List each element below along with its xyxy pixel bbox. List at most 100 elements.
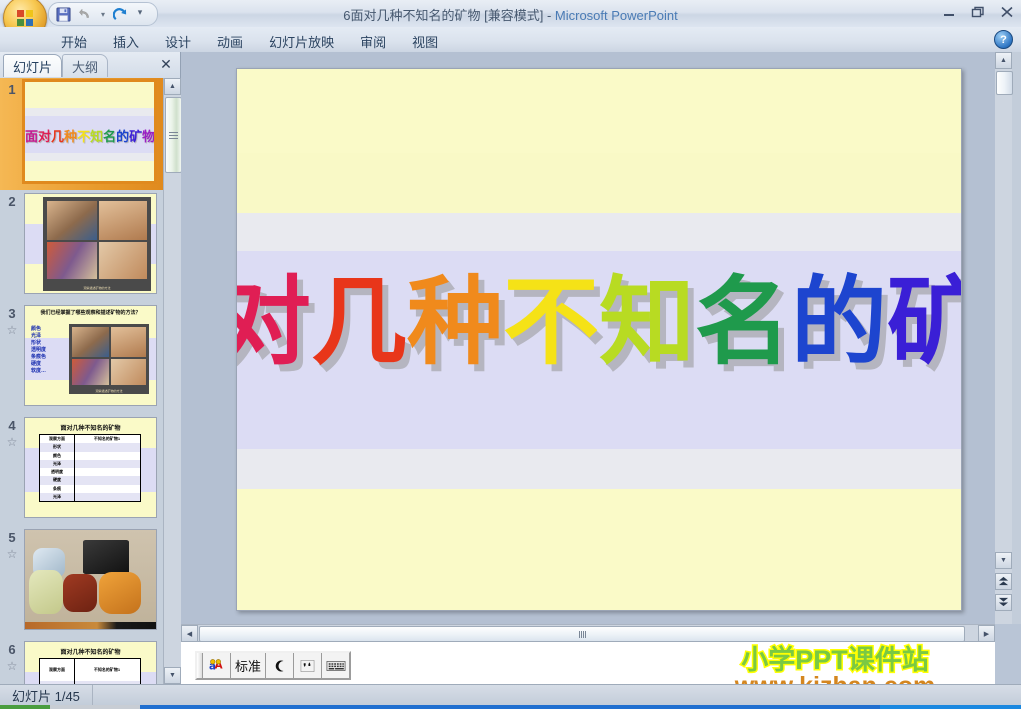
mini-slide-background: 面对几种不知名的矿物 观察方面不知名的矿物1形状不知名的矿物1颜色不知名的矿物1 [25,642,156,684]
mini-table-cell: 硬度 [53,477,61,483]
mini-band-gray2 [25,153,154,161]
desktop-taskbar-sliver [0,705,1021,709]
mini-title-char-2: 对 [38,129,52,144]
scroll-up-button[interactable]: ▲ [995,52,1012,69]
rock-photo [25,530,156,629]
title-char-4: 种 [407,266,503,378]
rock-specimen-2 [83,540,129,574]
vertical-scroll-track[interactable]: ▲ ▼ [995,52,1013,624]
help-icon[interactable]: ? [994,30,1013,49]
thumbnail-scrollbar-thumb[interactable] [165,97,182,173]
mini-heading: 面对几种不知名的矿物 [60,650,121,656]
tab-insert[interactable]: 插入 [100,30,152,53]
photo-1 [72,327,109,357]
rock-specimen-3 [29,570,63,614]
mini-table-cell: 颜色 [53,452,61,458]
restore-button[interactable] [968,4,988,20]
current-slide[interactable]: 面对几种不知名的矿物 [236,68,962,611]
mini-table-cell: 光泽 [53,460,61,466]
animation-star-icon: ☆ [6,547,18,561]
tab-slideshow[interactable]: 幻灯片放映 [256,30,347,53]
title-char-7: 名 [695,266,791,378]
photo-collage-frame: 观察描述矿物的方法 [43,197,151,291]
moon-icon[interactable] [266,653,295,678]
slide-horizontal-scrollbar[interactable]: ◀ ▶ [181,624,995,642]
tab-animations[interactable]: 动画 [204,30,256,53]
ime-mode-label[interactable]: 标准 [231,653,267,678]
vertical-scrollbar-thumb[interactable] [996,71,1013,95]
photo-4 [99,242,147,279]
scroll-down-button[interactable]: ▼ [995,552,1012,569]
photo-caption: 观察描述矿物的方法 [95,389,123,393]
ribbon-tab-bar: 开始 插入 设计 动画 幻灯片放映 审阅 视图 ? [0,27,1021,53]
thumbnail-scroll-down-button[interactable]: ▼ [164,667,181,684]
pane-tab-bar: 幻灯片 大纲 ✕ [0,52,180,79]
mini-band-gray [25,108,154,116]
mini-table-cell: 形状 [53,444,61,450]
mini-table-column-divider [74,659,75,684]
mini-slide-background: 面对几种不知名的矿物 [25,82,154,181]
notes-pane[interactable]: a A 标准 [181,641,995,685]
mini-list-item: 形状 [31,340,42,346]
next-slide-button[interactable] [995,594,1012,611]
close-button[interactable] [997,4,1017,20]
photo-caption: 观察描述矿物的方法 [83,286,111,290]
title-char-9: 矿 [887,274,961,370]
mini-table-cell: 透明度 [51,469,63,474]
tab-outline[interactable]: 大纲 [62,54,109,77]
ime-language-bar[interactable]: a A 标准 [195,651,352,680]
slide-thumbnail-6[interactable]: 6 ☆ 面对几种不知名的矿物 观察方面不知名的矿物1形状不知名的矿物1颜色不知名… [0,638,163,684]
photo-collage-frame: 观察描述矿物的方法 [69,324,149,394]
mini-slide-background: 观察描述矿物的方法 [25,194,156,293]
thumb-preview: 面对几种不知名的矿物 观察方面不知名的矿物1形状不知名的矿物1颜色不知名的矿物1 [24,641,157,684]
ime-logo-icon[interactable]: a A [203,653,231,678]
thumb-preview: 面对几种不知名的矿物 [22,79,157,184]
animation-star-icon: ☆ [6,435,18,449]
thumbnail-scroll-up-button[interactable]: ▲ [164,78,181,95]
tab-design[interactable]: 设计 [152,30,204,53]
mini-title-text: 面对几种不知名的矿物 [25,126,154,145]
slide-thumbnail-1[interactable]: 1 面对几种不知名的矿物 [0,78,163,190]
slide-thumbnail-2[interactable]: 2 观察描述矿物的方法 [0,190,163,302]
slide-thumbnail-5[interactable]: 5 ☆ [0,526,163,638]
slide-band-gray-top [237,213,961,251]
scroll-left-button[interactable]: ◀ [181,625,198,642]
keyboard-icon[interactable] [322,653,350,678]
tab-home[interactable]: 开始 [48,30,100,53]
mini-table: 观察方面 不知名的矿物1 形状 颜色 光泽 透明度 硬度 条痕 光泽 [39,434,141,502]
window-controls [939,4,1017,20]
thumbnail-scrollbar[interactable]: ▲ ▼ [163,78,182,684]
slide-thumbnail-4[interactable]: 4 ☆ 面对几种不知名的矿物 观察方面 不知名的矿物1 形状 颜色 光泽 透明度 硬度 条痕光… [0,414,163,526]
slide-thumbnail-list[interactable]: 1 面对几种不知名的矿物 2 观察描述矿物的方法 3 ☆ 我们已经掌握了哪些观察… [0,78,163,684]
slide-editing-area[interactable]: 面对几种不知名的矿物 [181,52,995,624]
mini-title-char-1: 面 [25,129,39,144]
slide-vertical-scrollbar[interactable]: ▲ ▼ [995,52,1021,624]
punctuation-icon[interactable] [294,653,323,678]
tab-view[interactable]: 视图 [399,30,451,53]
mini-slide-background: 面对几种不知名的矿物 观察方面 不知名的矿物1 形状 颜色 光泽 透明度 硬度 条痕 光泽 [25,418,156,517]
mini-table-cell: 条痕 [53,485,61,491]
scroll-right-button[interactable]: ▶ [978,625,995,642]
mini-title-char-9: 矿 [129,129,143,144]
tab-slides[interactable]: 幻灯片 [3,54,63,77]
taskbar-tray-sliver [880,705,1021,709]
mini-table-header-cell: 不知名的矿物1 [93,436,121,441]
animation-star-icon: ☆ [6,323,18,337]
slide-title-placeholder[interactable]: 面对几种不知名的矿物 [237,257,961,387]
minimize-button[interactable] [939,4,959,20]
mini-table-header-cell: 观察方面 [49,667,65,672]
slide-title-wordart[interactable]: 面对几种不知名的矿物 [237,266,961,378]
close-pane-icon[interactable]: ✕ [158,56,174,72]
title-bar: ▾ ▾ 6面对几种不知名的矿物 [兼容模式] - Microsoft Power… [0,0,1021,40]
mini-table: 观察方面不知名的矿物1形状不知名的矿物1颜色不知名的矿物1 [39,658,141,684]
slide-thumbnail-3[interactable]: 3 ☆ 我们已经掌握了哪些观察和描述矿物的方法？ 颜色 光泽 形状 透明度 条痕色 硬度软… [0,302,163,414]
mini-table-cell: 光泽 [53,493,61,499]
photo-2 [111,327,146,357]
tab-review[interactable]: 审阅 [347,30,399,53]
window-title-sep: - [543,8,555,23]
horizontal-scrollbar-thumb[interactable] [199,626,965,642]
previous-slide-button[interactable] [995,573,1012,590]
thumb-preview: 面对几种不知名的矿物 观察方面 不知名的矿物1 形状 颜色 光泽 透明度 硬度 条痕 光泽 [24,417,157,518]
thumb-number: 5 [8,530,16,545]
photo-2 [99,201,147,240]
